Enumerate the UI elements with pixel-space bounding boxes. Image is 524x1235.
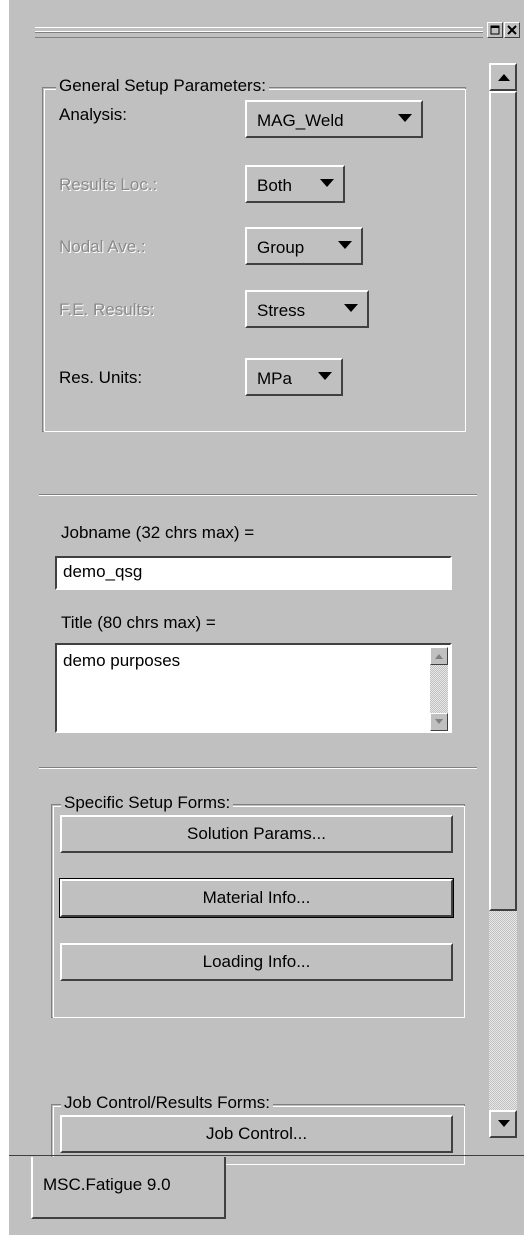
fe-results-value: Stress — [257, 301, 306, 320]
nodal-ave-dropdown[interactable]: Group — [245, 227, 363, 265]
arrow-up-icon — [498, 74, 510, 81]
scroll-down-button[interactable] — [489, 1110, 517, 1138]
title-label: Title (80 chrs max) = — [61, 613, 216, 632]
analysis-label: Analysis: — [59, 105, 128, 124]
job-control-title: Job Control/Results Forms: — [61, 1093, 273, 1113]
title-scroll-up-button[interactable] — [430, 647, 448, 665]
restore-icon — [490, 25, 500, 35]
fe-results-dropdown[interactable]: Stress — [245, 290, 369, 328]
results-loc-label: Results Loc.: — [59, 175, 158, 194]
title-value: demo purposes — [63, 651, 181, 670]
results-loc-value: Both — [257, 176, 292, 195]
title-scrollbar[interactable] — [430, 647, 448, 731]
results-loc-dropdown[interactable]: Both — [245, 165, 345, 203]
chevron-down-icon — [320, 179, 334, 187]
analysis-value: MAG_Weld — [257, 111, 344, 130]
title-scroll-down-button[interactable] — [430, 713, 448, 731]
separator — [39, 767, 477, 769]
arrow-up-icon — [435, 654, 443, 659]
chevron-down-icon — [338, 241, 352, 249]
separator — [39, 494, 477, 496]
chevron-down-icon — [318, 372, 332, 380]
arrow-down-icon — [498, 1120, 510, 1127]
chevron-down-icon — [344, 304, 358, 312]
arrow-down-icon — [435, 719, 443, 724]
fe-results-label: F.E. Results: — [59, 300, 155, 319]
scroll-up-button[interactable] — [489, 63, 517, 91]
restore-button[interactable] — [487, 22, 503, 38]
tab-msc-fatigue[interactable]: MSC.Fatigue 9.0 — [31, 1157, 226, 1219]
res-units-value: MPa — [257, 369, 292, 388]
analysis-dropdown[interactable]: MAG_Weld — [245, 100, 423, 138]
panel-scrollbar[interactable] — [489, 63, 517, 1138]
jobname-value: demo_qsg — [63, 562, 143, 581]
specific-setup-title: Specific Setup Forms: — [61, 793, 234, 813]
title-textarea[interactable]: demo purposes — [55, 643, 452, 733]
nodal-ave-label: Nodal Ave.: — [59, 237, 146, 256]
jobname-input[interactable]: demo_qsg — [55, 556, 452, 590]
fatigue-setup-panel: General Setup Parameters: Analysis: MAG_… — [9, 0, 524, 1235]
close-icon — [507, 25, 517, 35]
tab-strip-line — [9, 1155, 524, 1156]
jobname-label: Jobname (32 chrs max) = — [61, 523, 255, 542]
title-scroll-track[interactable] — [430, 665, 448, 713]
res-units-label: Res. Units: — [59, 368, 143, 387]
solution-params-button[interactable]: Solution Params... — [60, 815, 453, 853]
chevron-down-icon — [398, 114, 412, 122]
loading-info-button[interactable]: Loading Info... — [60, 943, 453, 981]
job-control-button[interactable]: Job Control... — [60, 1115, 453, 1153]
panel-grip[interactable] — [35, 27, 483, 38]
tab-label: MSC.Fatigue 9.0 — [43, 1175, 171, 1194]
material-info-button[interactable]: Material Info... — [59, 878, 454, 918]
nodal-ave-value: Group — [257, 238, 305, 257]
general-setup-title: General Setup Parameters: — [56, 76, 269, 96]
close-button[interactable] — [504, 22, 520, 38]
left-margin — [0, 0, 9, 1235]
res-units-dropdown[interactable]: MPa — [245, 358, 343, 396]
scroll-thumb[interactable] — [489, 91, 517, 911]
